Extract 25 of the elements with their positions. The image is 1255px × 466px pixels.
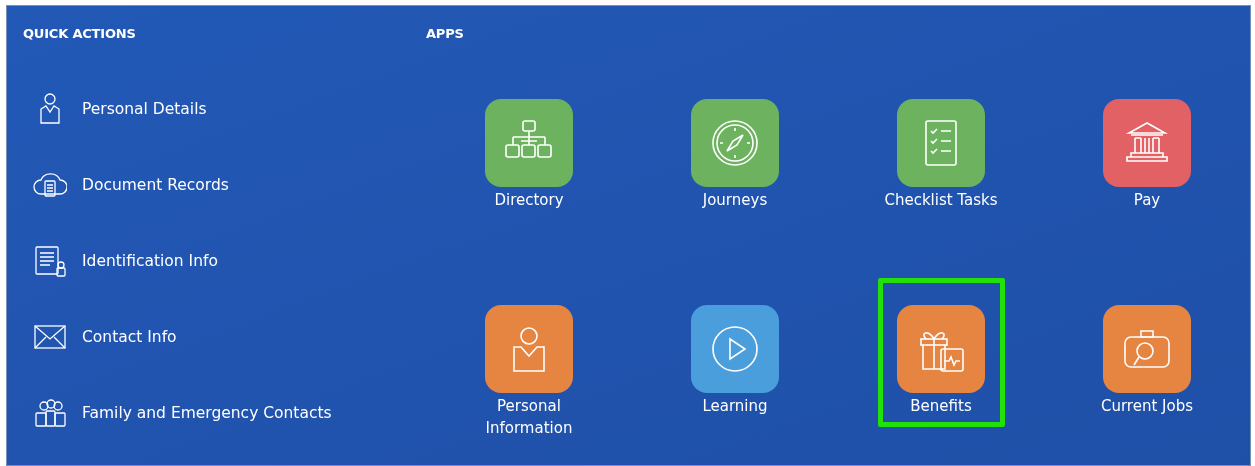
app-tile[interactable] — [485, 99, 573, 187]
app-tile[interactable] — [485, 305, 573, 393]
app-label: Pay — [1132, 190, 1162, 211]
app-label: Journeys — [701, 190, 769, 211]
section-title: QUICK ACTIONS — [23, 26, 137, 41]
app-label: Benefits — [909, 396, 973, 417]
app-tile[interactable] — [897, 99, 985, 187]
people-icon — [33, 396, 67, 430]
quick-action-link[interactable]: Personal Details — [33, 92, 207, 126]
quick-action-link[interactable]: Identification Info — [33, 244, 218, 278]
app-label: Directory — [493, 190, 565, 211]
app-label: Checklist Tasks — [883, 190, 999, 211]
section-title: APPS — [426, 26, 465, 41]
app-tile[interactable] — [691, 305, 779, 393]
quick-action-link[interactable]: Contact Info — [33, 320, 177, 354]
app-label: Current Jobs — [1099, 396, 1194, 417]
app-label: Learning — [701, 396, 769, 417]
quick-action-link[interactable]: Family and Emergency Contacts — [33, 396, 332, 430]
app-tile[interactable] — [1103, 99, 1191, 187]
id-card-icon — [33, 244, 67, 278]
app-tile[interactable] — [897, 305, 985, 393]
app-label: Personal Information — [484, 396, 574, 439]
quick-action-link[interactable]: Document Records — [33, 168, 229, 202]
app-tile[interactable] — [691, 99, 779, 187]
app-tile[interactable] — [1103, 305, 1191, 393]
